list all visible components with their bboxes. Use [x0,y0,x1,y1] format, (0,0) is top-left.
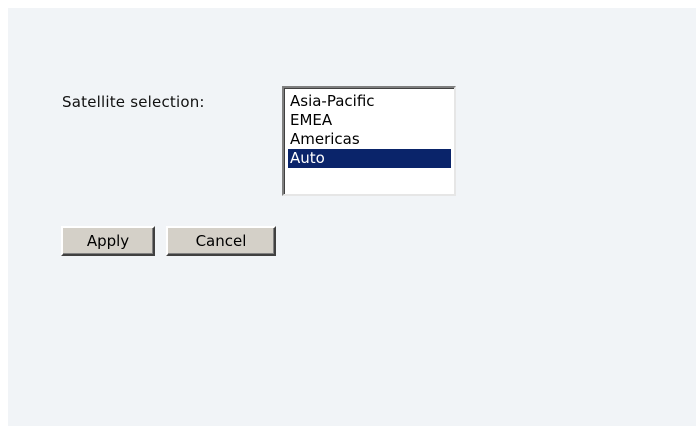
satellite-selection-label: Satellite selection: [62,93,205,111]
satellite-option-auto[interactable]: Auto [288,149,451,168]
satellite-option-emea[interactable]: EMEA [288,111,451,130]
satellite-option-americas[interactable]: Americas [288,130,451,149]
settings-panel: Satellite selection: Asia-Pacific EMEA A… [8,8,696,426]
apply-button[interactable]: Apply [61,226,155,256]
cancel-button[interactable]: Cancel [166,226,276,256]
satellite-option-asia-pacific[interactable]: Asia-Pacific [288,92,451,111]
satellite-selection-listbox[interactable]: Asia-Pacific EMEA Americas Auto [282,86,456,196]
